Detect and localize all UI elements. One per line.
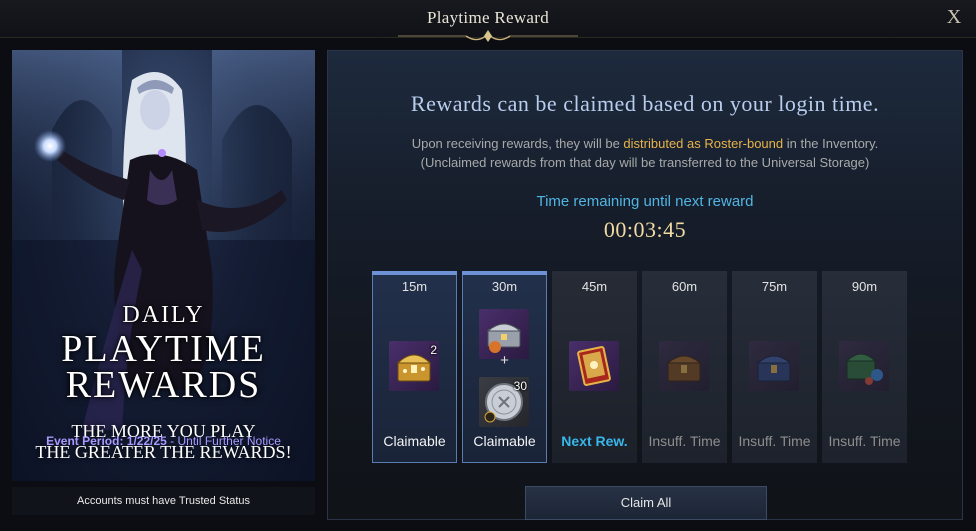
reward-slot-45m[interactable]: 45m Next Rew. [552,271,637,463]
reward-slot-60m[interactable]: 60m Insuff. Time [642,271,727,463]
item-quantity: 30 [513,379,527,393]
event-period-rest: - Until Further Notice [166,434,281,448]
info-line-2: (Unclaimed rewards from that day will be… [420,155,870,170]
slot-status: Claimable [473,433,536,449]
info-pre: Upon receiving rewards, they will be [411,136,624,151]
reward-panel: Rewards can be claimed based on your log… [327,50,963,520]
slot-time: 30m [491,279,518,294]
panel-headline: Rewards can be claimed based on your log… [410,91,880,116]
bronze-chest-icon[interactable] [659,341,709,391]
banner-daily-text: DAILY [122,302,205,328]
slot-time: 15m [401,279,428,294]
close-button[interactable]: X [944,6,964,28]
gold-chest-icon[interactable]: 2 [389,341,439,391]
slot-status: Insuff. Time [648,433,721,449]
card-pack-icon[interactable] [569,341,619,391]
info-highlight: distributed as Roster-bound [623,136,784,151]
timer-label: Time remaining until next reward [536,193,754,210]
event-period: Event Period: 1/22/25 - Until Further No… [12,434,315,448]
claim-all-button[interactable]: Claim All [525,486,767,520]
banner-title-line1: PLAYTIME [61,328,266,370]
blue-chest-icon[interactable] [749,341,799,391]
banner-title-line2: REWARDS [65,364,262,406]
slot-status: Insuff. Time [828,433,901,449]
slot-time: 60m [671,279,698,294]
event-period-label: Event Period: 1/22/25 [46,434,167,448]
reward-slot-75m[interactable]: 75m Insuff. Time [732,271,817,463]
info-line-1: Upon receiving rewards, they will be dis… [328,136,962,151]
slot-status: Insuff. Time [738,433,811,449]
trusted-status-notice: Accounts must have Trusted Status [12,487,315,515]
slot-time: 90m [851,279,878,294]
silver-coin-icon[interactable]: 30 [479,377,529,427]
title-bar: Playtime Reward X [0,0,976,42]
gem-chest-icon[interactable] [839,341,889,391]
reward-slot-15m[interactable]: 15m 2 Claimable [372,271,457,463]
window-title: Playtime Reward [426,8,550,27]
banner-artwork [12,50,315,481]
info-post: in the Inventory. [783,136,879,151]
slot-time: 75m [761,279,788,294]
event-banner: DAILY PLAYTIME REWARDS THE MORE YOU PLAY… [12,50,315,481]
title-ornament-icon [398,30,578,42]
slot-time: 45m [581,279,608,294]
reward-slot-90m[interactable]: 90m Insuff. Time [822,271,907,463]
reward-slot-30m[interactable]: 30m + 30 Claimable [462,271,547,463]
slot-status: Next Rew. [561,433,628,449]
plus-separator: + [500,352,509,369]
countdown-timer: 00:03:45 [603,217,687,242]
slot-status: Claimable [383,433,446,449]
item-quantity: 2 [430,343,437,357]
